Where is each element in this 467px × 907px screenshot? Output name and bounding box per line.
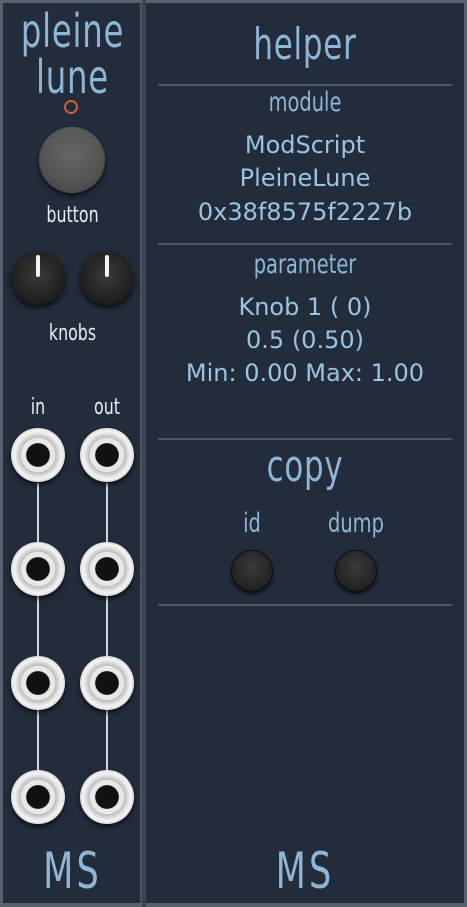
button-label: button — [46, 203, 99, 228]
knobs-label: knobs — [48, 321, 97, 346]
output-wire — [106, 483, 108, 803]
status-led — [64, 100, 78, 114]
output-jack-2[interactable] — [80, 542, 134, 596]
pleine-lune-module-panel: pleine lune button knobs in out MS — [3, 3, 142, 903]
output-jack-4[interactable] — [80, 770, 134, 824]
module-model: PleineLune — [239, 164, 371, 192]
input-jack-1[interactable] — [11, 428, 65, 482]
param-name: Knob 1 ( 0) — [238, 293, 372, 321]
output-jack-1[interactable] — [80, 428, 134, 482]
module-name: ModScript — [244, 131, 366, 159]
divider — [158, 438, 452, 440]
helper-module-panel: helper module ModScript PleineLune 0x38f… — [146, 3, 464, 903]
module-id: 0x38f8575f2227b — [197, 198, 413, 226]
copy-id-label: id — [243, 508, 261, 539]
param-value: 0.5 (0.50) — [246, 326, 364, 354]
module-title-line1: pleine — [20, 4, 125, 58]
copy-dump-button[interactable] — [335, 550, 377, 592]
param-range: Min: 0.00 Max: 1.00 — [185, 359, 425, 387]
input-jack-2[interactable] — [11, 542, 65, 596]
ms-logo: MS — [275, 842, 335, 900]
copy-heading: copy — [266, 441, 344, 492]
helper-title: helper — [253, 19, 357, 70]
in-label: in — [30, 395, 46, 420]
parameter-heading: parameter — [253, 249, 357, 280]
divider — [158, 84, 452, 86]
input-wire — [37, 483, 39, 803]
out-label: out — [94, 395, 120, 420]
input-jack-3[interactable] — [11, 656, 65, 710]
momentary-button[interactable] — [39, 127, 105, 193]
knob-1[interactable] — [11, 251, 65, 305]
module-title-line2: lune — [36, 50, 109, 104]
divider — [158, 604, 452, 606]
copy-id-button[interactable] — [231, 550, 273, 592]
copy-dump-label: dump — [328, 508, 384, 539]
knob-2[interactable] — [80, 251, 134, 305]
output-jack-3[interactable] — [80, 656, 134, 710]
module-heading: module — [268, 87, 342, 118]
ms-logo: MS — [43, 842, 102, 900]
input-jack-4[interactable] — [11, 770, 65, 824]
divider — [158, 243, 452, 245]
